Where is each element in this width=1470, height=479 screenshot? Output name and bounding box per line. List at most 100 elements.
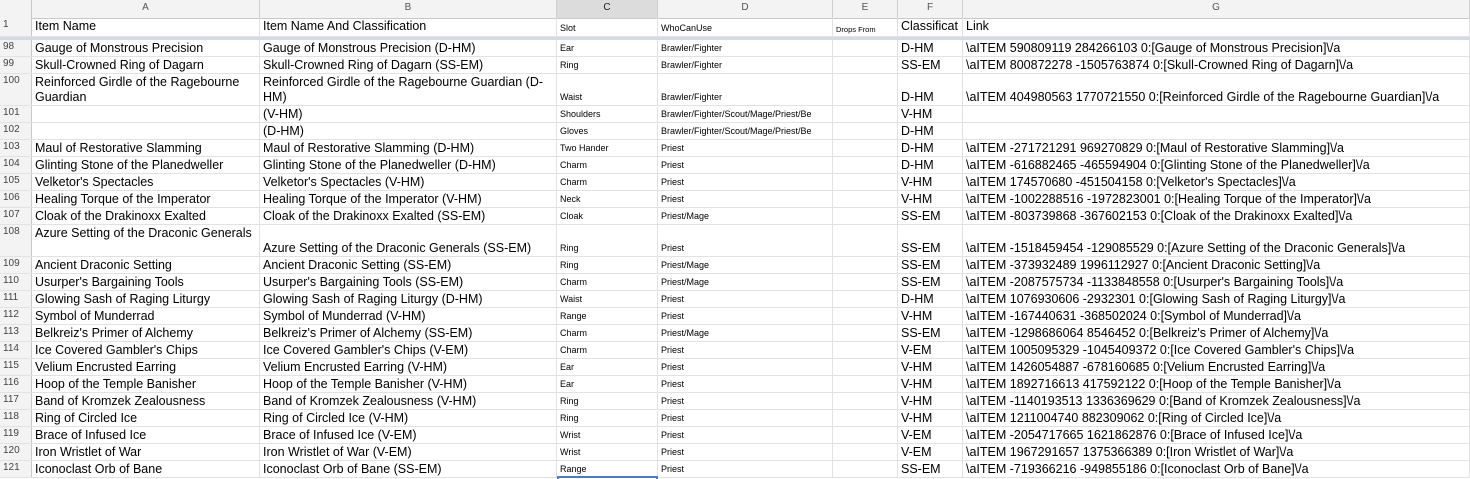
cell-slot[interactable]: Waist — [557, 291, 658, 307]
cell-slot[interactable]: Shoulders — [557, 106, 658, 122]
cell-item-class[interactable]: Belkreiz's Primer of Alchemy (SS-EM) — [260, 325, 557, 341]
cell-item-name[interactable]: Glowing Sash of Raging Liturgy — [32, 291, 260, 307]
cell-link[interactable]: \aITEM -1518459454 -129085529 0:[Azure S… — [963, 225, 1470, 256]
cell-header-link[interactable]: Link — [963, 18, 1470, 36]
cell-classification[interactable]: V-HM — [898, 393, 963, 409]
cell-classification[interactable]: V-HM — [898, 308, 963, 324]
cell-link[interactable]: \aITEM 590809119 284266103 0:[Gauge of M… — [963, 40, 1470, 56]
cell-who-can-use[interactable]: Brawler/Fighter/Scout/Mage/Priest/Be — [658, 123, 833, 139]
cell-who-can-use[interactable]: Priest — [658, 225, 833, 256]
cell-item-class[interactable]: Brace of Infused Ice (V-EM) — [260, 427, 557, 443]
cell-link[interactable]: \aITEM -1002288516 -1972823001 0:[Healin… — [963, 191, 1470, 207]
cell-classification[interactable]: SS-EM — [898, 57, 963, 73]
cell-item-name[interactable]: Glinting Stone of the Planedweller — [32, 157, 260, 173]
cell-item-name[interactable]: Usurper's Bargaining Tools — [32, 274, 260, 290]
cell-who-can-use[interactable]: Priest — [658, 410, 833, 426]
cell-link[interactable]: \aITEM -373932489 1996112927 0:[Ancient … — [963, 257, 1470, 273]
cell-link[interactable]: \aITEM 1211004740 882309062 0:[Ring of C… — [963, 410, 1470, 426]
cell-link[interactable]: \aITEM -167440631 -368502024 0:[Symbol o… — [963, 308, 1470, 324]
cell-header-who[interactable]: WhoCanUse — [658, 18, 833, 36]
cell-item-class[interactable]: Velketor's Spectacles (V-HM) — [260, 174, 557, 190]
cell-item-name[interactable]: Ancient Draconic Setting — [32, 257, 260, 273]
row-number[interactable]: 99 — [0, 57, 32, 73]
cell-slot[interactable]: Ear — [557, 359, 658, 375]
cell-link[interactable]: \aITEM 1892716613 417592122 0:[Hoop of t… — [963, 376, 1470, 392]
cell-item-class[interactable]: Azure Setting of the Draconic Generals (… — [260, 225, 557, 256]
cell-item-class[interactable]: Band of Kromzek Zealousness (V-HM) — [260, 393, 557, 409]
column-header-g[interactable]: G — [963, 0, 1470, 18]
cell-slot[interactable]: Cloak — [557, 208, 658, 224]
cell-classification[interactable]: SS-EM — [898, 274, 963, 290]
cell-drops-from[interactable] — [833, 106, 898, 122]
cell-drops-from[interactable] — [833, 157, 898, 173]
cell-who-can-use[interactable]: Priest/Mage — [658, 325, 833, 341]
cell-drops-from[interactable] — [833, 342, 898, 358]
cell-drops-from[interactable] — [833, 123, 898, 139]
row-number[interactable]: 107 — [0, 208, 32, 224]
row-number[interactable]: 112 — [0, 308, 32, 324]
cell-item-class[interactable]: Ancient Draconic Setting (SS-EM) — [260, 257, 557, 273]
cell-drops-from[interactable] — [833, 140, 898, 156]
cell-classification[interactable]: V-EM — [898, 444, 963, 460]
cell-item-class[interactable]: Reinforced Girdle of the Ragebourne Guar… — [260, 74, 557, 105]
cell-slot[interactable]: Charm — [557, 174, 658, 190]
cell-link[interactable]: \aITEM -1298686064 8546452 0:[Belkreiz's… — [963, 325, 1470, 341]
cell-item-name[interactable]: Brace of Infused Ice — [32, 427, 260, 443]
cell-who-can-use[interactable]: Priest — [658, 174, 833, 190]
cell-who-can-use[interactable]: Priest/Mage — [658, 257, 833, 273]
row-number[interactable]: 1 — [0, 18, 32, 36]
cell-link[interactable]: \aITEM -719366216 -949855186 0:[Iconocla… — [963, 461, 1470, 477]
cell-drops-from[interactable] — [833, 376, 898, 392]
cell-link[interactable]: \aITEM -271721291 969270829 0:[Maul of R… — [963, 140, 1470, 156]
cell-slot[interactable]: Ring — [557, 57, 658, 73]
column-header-b[interactable]: B — [260, 0, 557, 18]
row-number[interactable]: 108 — [0, 225, 32, 256]
cell-drops-from[interactable] — [833, 40, 898, 56]
cell-classification[interactable]: V-EM — [898, 342, 963, 358]
cell-header-item-class[interactable]: Item Name And Classification — [260, 18, 557, 36]
cell-classification[interactable]: V-HM — [898, 376, 963, 392]
cell-slot[interactable]: Two Hander — [557, 140, 658, 156]
cell-slot[interactable]: Ring — [557, 257, 658, 273]
cell-drops-from[interactable] — [833, 359, 898, 375]
column-header-d[interactable]: D — [658, 0, 833, 18]
cell-classification[interactable]: D-HM — [898, 74, 963, 105]
cell-classification[interactable]: D-HM — [898, 157, 963, 173]
cell-who-can-use[interactable]: Priest — [658, 140, 833, 156]
cell-who-can-use[interactable]: Priest — [658, 461, 833, 477]
cell-link[interactable]: \aITEM -616882465 -465594904 0:[Glinting… — [963, 157, 1470, 173]
cell-item-class[interactable]: Cloak of the Drakinoxx Exalted (SS-EM) — [260, 208, 557, 224]
cell-classification[interactable]: V-HM — [898, 106, 963, 122]
cell-classification[interactable]: V-HM — [898, 410, 963, 426]
row-number[interactable]: 111 — [0, 291, 32, 307]
cell-drops-from[interactable] — [833, 308, 898, 324]
cell-slot[interactable]: Charm — [557, 157, 658, 173]
cell-link[interactable]: \aITEM 404980563 1770721550 0:[Reinforce… — [963, 74, 1470, 105]
cell-classification[interactable]: D-HM — [898, 291, 963, 307]
cell-item-name[interactable]: Reinforced Girdle of the Ragebourne Guar… — [32, 74, 260, 105]
cell-item-class[interactable]: Iron Wristlet of War (V-EM) — [260, 444, 557, 460]
cell-slot[interactable]: Ring — [557, 393, 658, 409]
cell-link[interactable]: \aITEM -2087575734 -1133848558 0:[Usurpe… — [963, 274, 1470, 290]
select-all-corner[interactable] — [0, 0, 32, 18]
cell-item-class[interactable]: Ring of Circled Ice (V-HM) — [260, 410, 557, 426]
cell-drops-from[interactable] — [833, 208, 898, 224]
column-header-e[interactable]: E — [833, 0, 898, 18]
cell-classification[interactable]: V-HM — [898, 174, 963, 190]
cell-item-class[interactable]: Hoop of the Temple Banisher (V-HM) — [260, 376, 557, 392]
cell-drops-from[interactable] — [833, 57, 898, 73]
cell-who-can-use[interactable]: Priest — [658, 308, 833, 324]
cell-item-name[interactable]: Maul of Restorative Slamming — [32, 140, 260, 156]
cell-classification[interactable]: D-HM — [898, 140, 963, 156]
cell-classification[interactable]: SS-EM — [898, 225, 963, 256]
row-number[interactable]: 100 — [0, 74, 32, 105]
cell-slot[interactable]: Ear — [557, 376, 658, 392]
cell-who-can-use[interactable]: Priest — [658, 444, 833, 460]
row-number[interactable]: 121 — [0, 461, 32, 477]
cell-link[interactable]: \aITEM 800872278 -1505763874 0:[Skull-Cr… — [963, 57, 1470, 73]
cell-who-can-use[interactable]: Brawler/Fighter — [658, 74, 833, 105]
row-number[interactable]: 118 — [0, 410, 32, 426]
cell-item-name[interactable]: Gauge of Monstrous Precision — [32, 40, 260, 56]
cell-classification[interactable]: D-HM — [898, 40, 963, 56]
cell-who-can-use[interactable]: Brawler/Fighter — [658, 40, 833, 56]
